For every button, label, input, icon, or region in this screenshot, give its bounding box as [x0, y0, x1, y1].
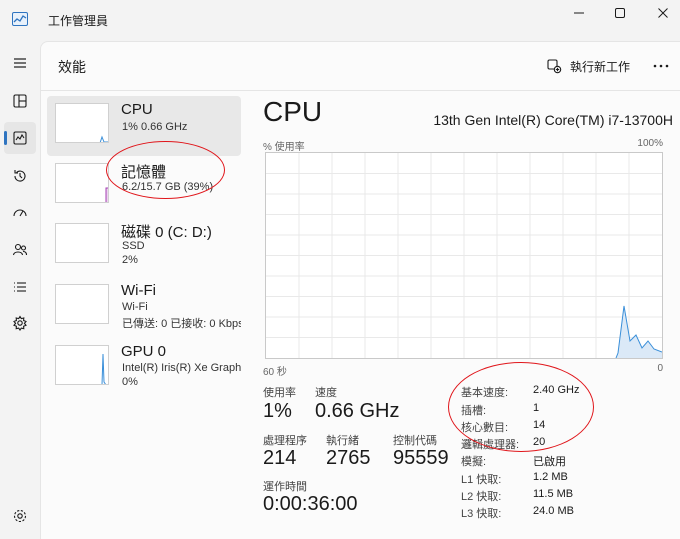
minimize-icon: [574, 12, 584, 14]
perf-item-name: GPU 0: [121, 343, 167, 360]
specs-highlight-ellipse: [448, 362, 594, 452]
spec-value: 24.0 MB: [533, 505, 574, 517]
graph-x-right: 0: [657, 363, 663, 374]
cpu-usage-graph: [265, 152, 663, 359]
nav-users-button[interactable]: [4, 234, 36, 266]
startup-icon: [13, 209, 27, 217]
memory-thumbnail: [55, 163, 109, 203]
title-bar: 工作管理員: [0, 0, 680, 40]
performance-icon: [13, 131, 27, 145]
spec-label: 模擬:: [461, 456, 487, 468]
perf-item-throughput: 已傳送: 0 已接收: 0 Kbps: [122, 318, 241, 330]
usage-label: 使用率: [263, 387, 296, 399]
perf-item-name: CPU: [121, 101, 153, 118]
close-icon: [658, 8, 668, 18]
disk-thumbnail: [55, 223, 109, 263]
nav-rail: [0, 40, 40, 539]
threads-value: 2765: [326, 447, 371, 469]
header-divider: [41, 90, 680, 91]
nav-processes-button[interactable]: [4, 85, 36, 117]
maximize-button[interactable]: [597, 2, 643, 24]
processes-label: 處理程序: [263, 435, 307, 447]
speed-value: 0.66 GHz: [315, 400, 400, 422]
gpu-thumbnail: [55, 345, 109, 385]
spec-label: L1 快取:: [461, 474, 502, 486]
page-title: 效能: [58, 59, 86, 75]
perf-item-name: 磁碟 0 (C: D:): [121, 224, 212, 241]
window-title: 工作管理員: [48, 14, 109, 28]
history-icon: [14, 170, 26, 182]
uptime-value: 0:00:36:00: [263, 493, 358, 515]
detail-title: CPU: [263, 96, 323, 127]
handles-label: 控制代碼: [393, 435, 437, 447]
spec-label: L2 快取:: [461, 491, 502, 503]
perf-item-detail: SSD: [122, 240, 145, 252]
perf-item-name: Wi-Fi: [121, 282, 156, 299]
more-options-button[interactable]: [651, 56, 671, 76]
more-options-icon: [653, 64, 669, 68]
uptime-label: 運作時間: [263, 481, 307, 493]
users-icon: [12, 243, 28, 256]
spec-value: 11.5 MB: [533, 488, 574, 500]
nav-hamburger-button[interactable]: [4, 47, 36, 79]
perf-item-detail: Intel(R) Iris(R) Xe Graphics: [122, 362, 241, 374]
cpu-model: 13th Gen Intel(R) Core(TM) i7-13700H: [433, 112, 673, 128]
perf-item-detail: Wi-Fi: [122, 301, 148, 313]
cpu-thumbnail: [55, 103, 109, 143]
wifi-thumbnail: [55, 284, 109, 324]
perf-item-usage: 2%: [122, 254, 138, 266]
settings-icon: [13, 509, 27, 523]
run-new-task-button[interactable]: 執行新工作: [546, 55, 630, 77]
memory-highlight-ellipse: [106, 141, 225, 199]
run-task-icon: [547, 59, 562, 74]
spec-value: 已啟用: [533, 456, 566, 468]
nav-details-button[interactable]: [4, 271, 36, 303]
perf-item-usage: 0%: [122, 376, 138, 388]
spec-value: 1.2 MB: [533, 471, 568, 483]
hamburger-icon: [14, 58, 26, 68]
task-manager-app-icon: [12, 12, 28, 26]
nav-services-button[interactable]: [4, 307, 36, 339]
nav-startup-button[interactable]: [4, 197, 36, 229]
minimize-button[interactable]: [556, 2, 602, 24]
nav-performance-button[interactable]: [4, 122, 36, 154]
main-panel: 效能 執行新工作 CPU 1% 0.66 GHz 記憶體 6.2/15.7 GB…: [40, 41, 680, 539]
spec-label: L3 快取:: [461, 508, 502, 520]
perf-item-disk[interactable]: 磁碟 0 (C: D:) SSD 2%: [47, 216, 241, 276]
usage-value: 1%: [263, 400, 292, 422]
processes-icon: [13, 94, 27, 108]
speed-label: 速度: [315, 387, 337, 399]
details-icon: [14, 282, 26, 292]
graph-y-label: % 使用率: [263, 142, 305, 153]
nav-history-button[interactable]: [4, 160, 36, 192]
perf-item-gpu[interactable]: GPU 0 Intel(R) Iris(R) Xe Graphics 0%: [47, 338, 241, 398]
maximize-icon: [615, 8, 625, 18]
perf-item-detail: 1% 0.66 GHz: [122, 121, 188, 133]
processes-value: 214: [263, 447, 297, 469]
threads-label: 執行緒: [326, 435, 359, 447]
nav-settings-button[interactable]: [4, 500, 36, 532]
services-icon: [13, 315, 27, 331]
run-task-label: 執行新工作: [570, 59, 631, 74]
graph-y-max: 100%: [637, 138, 663, 149]
handles-value: 95559: [393, 447, 449, 469]
graph-x-left: 60 秒: [263, 367, 287, 378]
close-button[interactable]: [640, 2, 680, 24]
perf-item-wifi[interactable]: Wi-Fi Wi-Fi 已傳送: 0 已接收: 0 Kbps: [47, 277, 241, 337]
